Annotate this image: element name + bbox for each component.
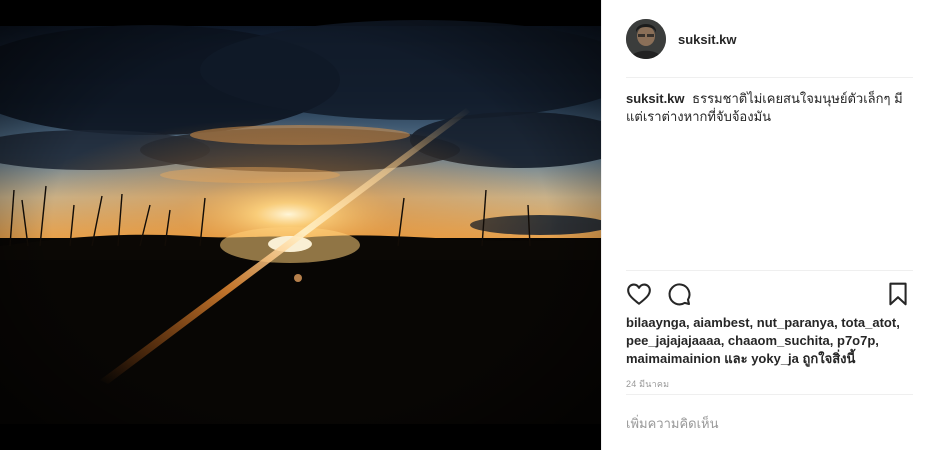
comment-input[interactable]	[626, 408, 906, 438]
sunset-photo	[0, 0, 601, 450]
action-bar	[626, 281, 911, 307]
likes-summary[interactable]: bilaaynga, aiambest, nut_paranya, tota_a…	[626, 314, 911, 368]
heart-icon[interactable]	[626, 281, 652, 307]
actions-divider	[626, 270, 913, 271]
post-date[interactable]: 24 มีนาคม	[626, 377, 669, 391]
comment-icon[interactable]	[666, 281, 692, 307]
bookmark-icon[interactable]	[885, 281, 911, 307]
post-sidebar: suksit.kw suksit.kw ธรรมชาติไม่เคยสนใจมน…	[601, 0, 937, 450]
caption-username[interactable]: suksit.kw	[626, 91, 685, 106]
post-photo[interactable]	[0, 0, 601, 450]
header-divider	[626, 77, 913, 78]
user-avatar[interactable]	[626, 19, 666, 59]
avatar-image	[626, 19, 666, 59]
comment-divider	[626, 394, 913, 395]
post-caption: suksit.kw ธรรมชาติไม่เคยสนใจมนุษย์ตัวเล็…	[626, 90, 911, 126]
post-header: suksit.kw	[626, 18, 913, 60]
post-username[interactable]: suksit.kw	[678, 32, 737, 47]
